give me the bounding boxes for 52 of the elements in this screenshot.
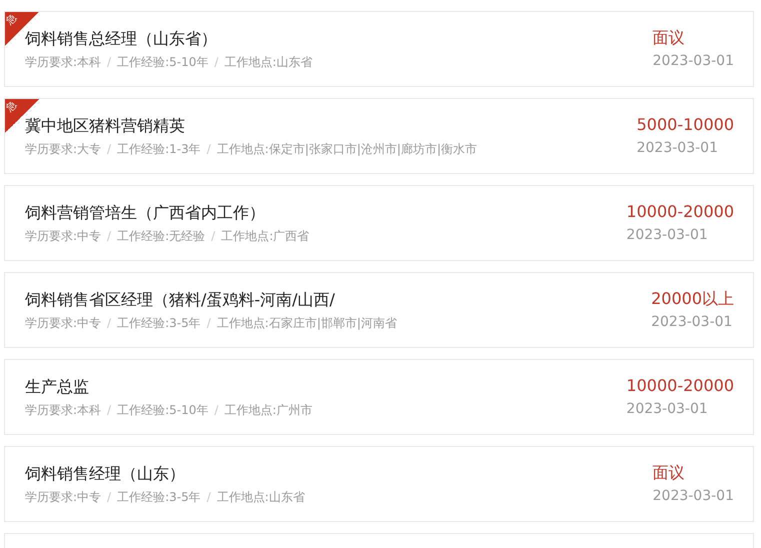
- job-requirement: 工作经验:3-5年: [117, 488, 201, 504]
- job-requirement: 工作地点:山东省: [216, 488, 305, 504]
- post-date: 2023-03-01: [652, 487, 734, 505]
- job-requirement: 工作经验:5-10年: [117, 402, 208, 418]
- separator: /: [107, 54, 112, 70]
- separator: /: [211, 228, 216, 244]
- job-title[interactable]: 饲料营销管培生（广西省内工作）: [25, 202, 310, 222]
- salary: 20000以上: [651, 289, 734, 309]
- job-requirement: 工作地点:广州市: [224, 402, 312, 418]
- job-card[interactable]: 饲料营销管培生（广西省内工作） 学历要求:中专 / 工作经验:无经验 / 工作地点:广西省 10000-20000 2023-03-01: [4, 185, 754, 261]
- salary: 10000-20000: [626, 376, 734, 396]
- separator: /: [214, 402, 218, 418]
- separator: /: [206, 488, 211, 504]
- job-card[interactable]: 饲料销售省区经理（猪料/蛋鸡料-河南/山西/ 学历要求:中专 / 工作经验:3-5年 / 工作地点:石家庄市|邯郸市|河南省 20000以上 2023-03-01: [4, 272, 754, 348]
- job-requirement: 工作地点:山东省: [224, 54, 312, 70]
- job-requirement: 工作经验:3-5年: [117, 314, 201, 330]
- separator: /: [107, 488, 112, 504]
- post-date: 2023-03-01: [626, 226, 708, 244]
- salary: 5000-10000: [636, 115, 734, 135]
- job-requirement: 学历要求:本科: [25, 402, 102, 418]
- separator: /: [206, 314, 211, 330]
- job-requirement: 学历要求:中专: [25, 228, 102, 244]
- job-requirement: 学历要求:中专: [25, 488, 102, 504]
- job-requirement: 工作地点:保定市|张家口市|沧州市|廊坊市|衡水市: [216, 140, 478, 156]
- job-title[interactable]: 生产总监: [25, 376, 312, 396]
- job-title[interactable]: 饲料销售经理（山东）: [25, 464, 305, 484]
- job-title[interactable]: 饲料销售省区经理（猪料/蛋鸡料-河南/山西/: [25, 290, 397, 310]
- salary: 面议: [652, 463, 685, 483]
- job-card[interactable]: 急 冀中地区猪料营销精英 学历要求:大专 / 工作经验:1-3年 / 工作地点:保定市|张家口市|沧州市|廊坊市|衡水市 5000-10000 2023-03-01: [4, 98, 754, 174]
- post-date: 2023-03-01: [636, 139, 718, 157]
- separator: /: [107, 402, 112, 418]
- salary: 面议: [652, 28, 685, 48]
- post-date: 2023-03-01: [626, 400, 708, 418]
- job-card[interactable]: 饲料销售经理（山东） 学历要求:中专 / 工作经验:3-5年 / 工作地点:山东省 面议 2023-03-01: [4, 446, 754, 522]
- separator: /: [107, 228, 112, 244]
- separator: /: [107, 314, 112, 330]
- job-requirement: 学历要求:大专: [25, 140, 102, 156]
- job-requirement: 工作经验:无经验: [117, 228, 206, 244]
- job-requirement: 学历要求:本科: [25, 54, 102, 70]
- separator: /: [107, 140, 112, 156]
- job-card[interactable]: 生产总监 学历要求:本科 / 工作经验:5-10年 / 工作地点:广州市 10000-20000 2023-03-01: [4, 359, 754, 435]
- job-card[interactable]: 急 饲料销售总经理（山东省） 学历要求:本科 / 工作经验:5-10年 / 工作地点:山东省 面议 2023-03-01: [4, 11, 754, 87]
- job-requirement: 工作经验:5-10年: [117, 54, 208, 70]
- post-date: 2023-03-01: [652, 52, 734, 70]
- post-date: 2023-03-01: [651, 313, 732, 331]
- job-requirement: 学历要求:中专: [25, 314, 102, 330]
- separator: /: [206, 140, 211, 156]
- job-requirement: 工作经验:1-3年: [117, 140, 201, 156]
- job-requirement: 工作地点:广西省: [221, 228, 310, 244]
- separator: /: [214, 54, 218, 70]
- job-requirement: 工作地点:石家庄市|邯郸市|河南省: [216, 314, 397, 330]
- salary: 10000-20000: [626, 202, 734, 222]
